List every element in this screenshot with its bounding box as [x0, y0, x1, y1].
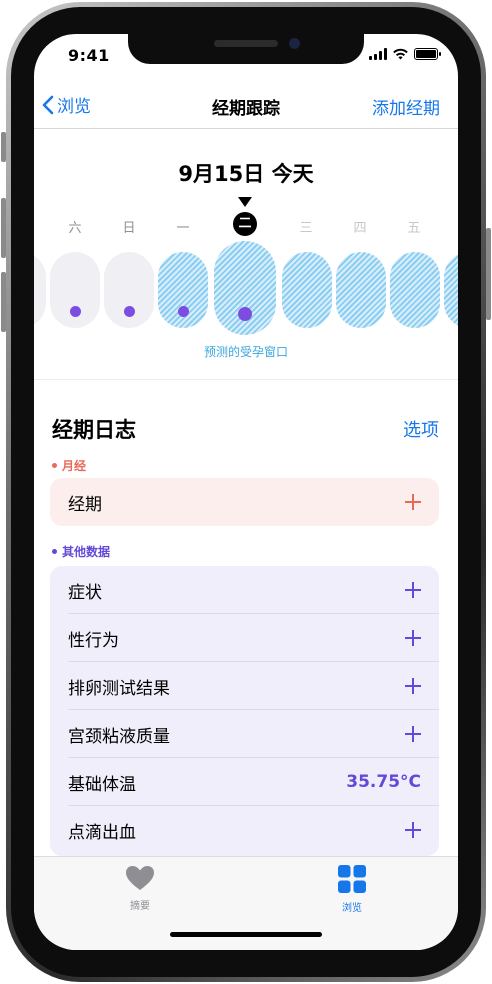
spotting-row[interactable]: 点滴出血: [50, 806, 439, 854]
category-label-period: 月经: [52, 457, 86, 474]
front-camera: [289, 38, 300, 49]
logged-data-dot: [178, 306, 189, 317]
section-divider: [34, 379, 458, 380]
side-button-volume-up: [1, 198, 6, 258]
plus-icon[interactable]: [405, 726, 421, 742]
other-data-card: 症状 性行为 排卵测试结果 宫颈粘液质量 基础体温 35.75°C 点滴出血: [50, 566, 439, 856]
logged-data-dot: [124, 306, 135, 317]
sexual-activity-row[interactable]: 性行为: [50, 614, 439, 662]
cervical-mucus-row[interactable]: 宫颈粘液质量: [50, 710, 439, 758]
plus-icon[interactable]: [405, 630, 421, 646]
fertile-window-label: 预测的受孕窗口: [203, 345, 288, 359]
period-card: 经期: [50, 478, 439, 526]
weekday-label: 四: [353, 221, 367, 236]
screen: 9:41 浏览 经期跟踪 添加经期 9月15日 今天 六 日 一 二 三 四 五: [34, 34, 458, 950]
home-indicator: [170, 932, 322, 937]
row-label: 症状: [68, 582, 102, 603]
nav-bar: 浏览 经期跟踪 添加经期: [34, 86, 458, 126]
date-heading: 9月15日 今天: [178, 162, 314, 186]
log-title: 经期日志: [52, 418, 136, 442]
weekday-label: 一: [176, 221, 190, 236]
day-cell-partial[interactable]: [34, 252, 46, 328]
row-label: 宫颈粘液质量: [68, 726, 170, 747]
side-button-power: [486, 228, 491, 320]
nav-divider: [34, 128, 458, 129]
logged-data-dot: [238, 307, 252, 321]
tab-browse[interactable]: 浏览: [312, 865, 392, 914]
period-row[interactable]: 经期: [50, 478, 439, 526]
day-cell-wednesday[interactable]: [282, 252, 332, 328]
plus-icon[interactable]: [405, 582, 421, 598]
status-icons: [369, 47, 441, 60]
plus-icon[interactable]: [405, 678, 421, 694]
tab-browse-label: 浏览: [342, 903, 362, 914]
battery-icon: [414, 47, 441, 60]
wifi-icon: [393, 48, 408, 60]
temperature-value: 35.75°C: [346, 772, 421, 792]
battery-level: [416, 49, 436, 58]
side-button-silent: [1, 132, 6, 162]
weekday-label-today: 二: [233, 212, 257, 236]
weekday-label: 三: [299, 221, 313, 236]
basal-body-temperature-row[interactable]: 基础体温 35.75°C: [50, 758, 439, 806]
status-time: 9:41: [68, 46, 110, 65]
heart-icon: [126, 866, 154, 890]
symptoms-row[interactable]: 症状: [50, 566, 439, 614]
side-button-volume-down: [1, 272, 6, 332]
ovulation-test-row[interactable]: 排卵测试结果: [50, 662, 439, 710]
category-bullet: [52, 549, 57, 554]
weekday-label: 五: [407, 221, 421, 236]
back-button[interactable]: 浏览: [42, 92, 91, 117]
day-cell-sunday[interactable]: [104, 252, 154, 328]
day-cell-today[interactable]: [214, 241, 276, 335]
row-label: 性行为: [68, 630, 119, 651]
logged-data-dot: [70, 306, 81, 317]
day-cell-saturday[interactable]: [50, 252, 100, 328]
cellular-signal-icon: [369, 47, 387, 60]
category-label-other: 其他数据: [52, 543, 110, 560]
weekday-label: 日: [122, 221, 136, 236]
speaker-grille: [214, 40, 278, 47]
row-label: 基础体温: [68, 774, 136, 795]
chevron-left-icon: [42, 95, 54, 114]
back-button-label: 浏览: [57, 97, 91, 117]
plus-icon[interactable]: [405, 494, 421, 510]
weekday-label: 六: [68, 221, 82, 236]
row-label: 经期: [68, 494, 102, 515]
row-label: 排卵测试结果: [68, 678, 170, 699]
plus-icon[interactable]: [405, 822, 421, 838]
options-button[interactable]: 选项: [403, 416, 439, 442]
day-cell-thursday[interactable]: [336, 252, 386, 328]
notch: [128, 34, 364, 64]
category-bullet: [52, 463, 57, 468]
grid-icon: [338, 865, 366, 893]
tab-summary[interactable]: 摘要: [100, 865, 180, 912]
day-cell-monday[interactable]: [158, 252, 208, 328]
category-label-text: 其他数据: [62, 545, 111, 559]
today-pointer-icon: [238, 197, 252, 207]
day-cell-friday[interactable]: [390, 252, 440, 328]
tab-summary-label: 摘要: [130, 901, 150, 912]
row-label: 点滴出血: [68, 822, 136, 843]
day-cell-partial[interactable]: [444, 252, 458, 328]
category-label-text: 月经: [62, 459, 87, 473]
add-period-button[interactable]: 添加经期: [372, 94, 440, 119]
